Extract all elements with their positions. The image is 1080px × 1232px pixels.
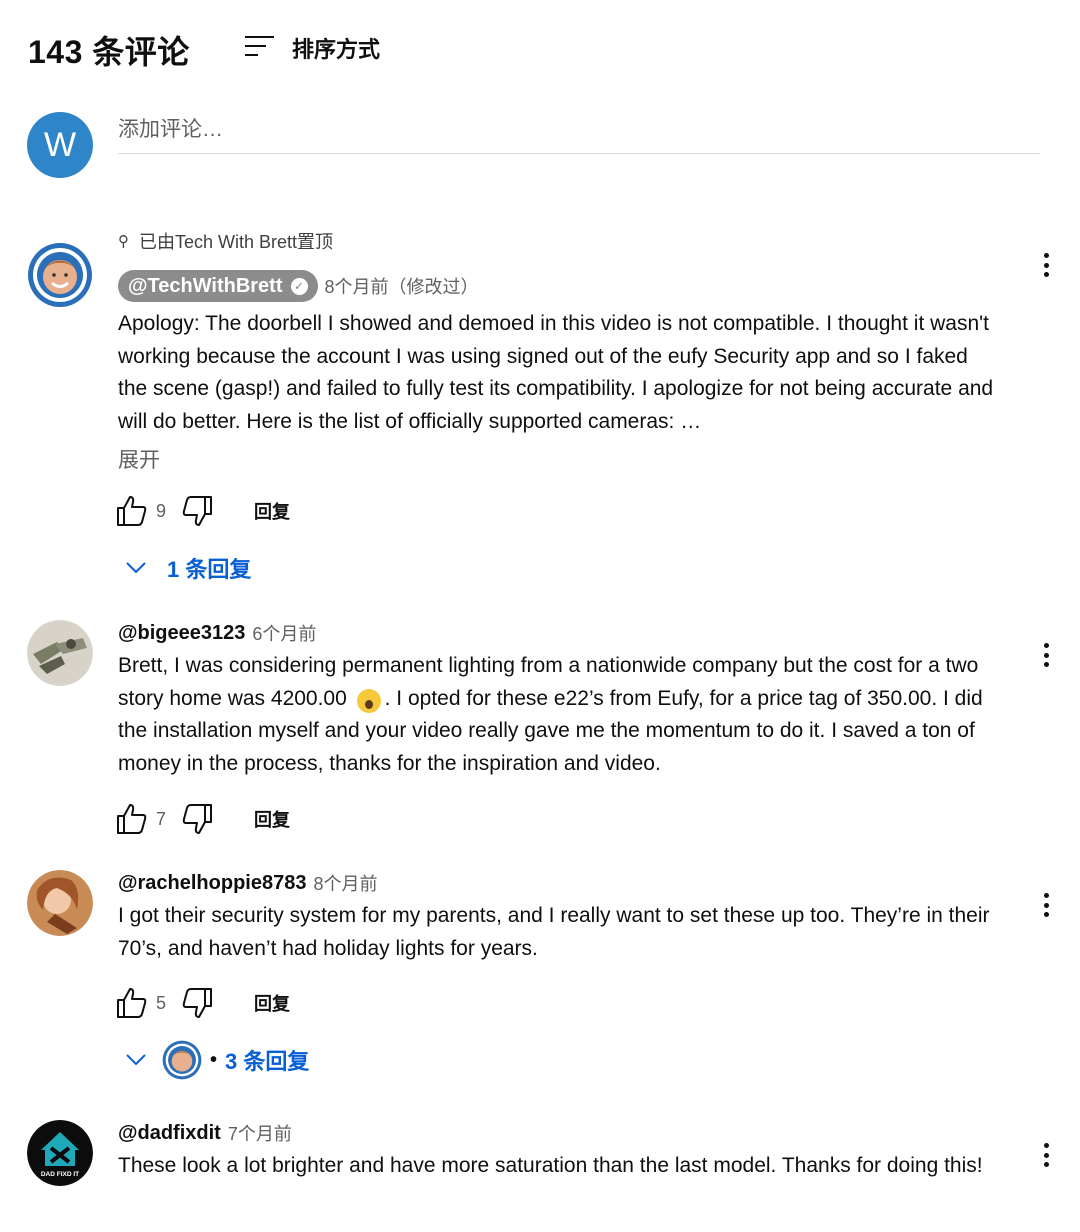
pinned-text: 已由Tech With Brett置顶 [139, 232, 334, 252]
comment-meta: @TechWithBrett ✓ 8个月前（修改过） [118, 270, 998, 302]
author-handle[interactable]: @bigeee3123 [118, 622, 245, 645]
more-actions-button[interactable] [1040, 890, 1052, 920]
more-actions-button[interactable] [1040, 1140, 1052, 1170]
replies-count-label: 1 条回复 [167, 557, 252, 582]
avatar[interactable]: DAD FIXD IT [27, 1120, 93, 1186]
more-dot-icon [1043, 912, 1049, 917]
reply-button: 回复 [254, 502, 290, 522]
comment-actions: 7 回复 [115, 802, 290, 836]
comment-item: @bigeee3123 6个月前 Brett, I was considerin… [27, 620, 1052, 850]
comment-item: @rachelhoppie8783 8个月前 I got their secur… [27, 870, 1052, 1080]
comment-meta: @bigeee3123 6个月前 [118, 620, 998, 646]
rachel-avatar-icon [27, 870, 93, 936]
view-replies-button[interactable]: 1 条回复 [123, 552, 251, 584]
more-dot-icon [1043, 1143, 1049, 1148]
thumbs-down-icon[interactable] [180, 986, 214, 1020]
add-comment-input[interactable] [118, 112, 1040, 154]
like-count: 5 [156, 992, 167, 1013]
separator-dot: • [210, 1048, 218, 1071]
more-dot-icon [1043, 902, 1049, 908]
comment-count: 143 条评论 [28, 34, 190, 70]
thumbs-up-icon[interactable] [115, 802, 149, 836]
surprised-emoji-icon [356, 688, 381, 713]
thumbs-up-icon[interactable] [115, 494, 149, 528]
more-dot-icon [1043, 643, 1049, 648]
more-dot-icon [1043, 1152, 1049, 1158]
comment-item: DAD FIXD IT @dadfixdit 7个月前 These look a… [27, 1120, 1052, 1232]
avatar[interactable] [27, 870, 93, 936]
comment-time[interactable]: 7个月前 [228, 1120, 292, 1146]
sort-icon [245, 36, 274, 56]
add-comment-row: W [27, 112, 1040, 178]
author-handle: @TechWithBrett [128, 274, 283, 297]
comment-meta: @dadfixdit 7个月前 [118, 1120, 998, 1146]
sort-button[interactable]: 排序方式 [244, 32, 380, 64]
avatar[interactable] [27, 242, 93, 308]
comment-text: Apology: The doorbell I showed and demoe… [118, 312, 994, 433]
dadfixdit-avatar-icon: DAD FIXD IT [27, 1120, 93, 1186]
thumbs-down-icon[interactable] [180, 802, 214, 836]
comments-header: 143 条评论 [28, 28, 190, 72]
comment-time[interactable]: 6个月前 [252, 620, 316, 646]
comment-time[interactable]: 8个月前 [313, 870, 377, 896]
author-handle[interactable]: @dadfixdit [118, 1122, 221, 1145]
like-count: 7 [156, 808, 167, 829]
more-dot-icon [1043, 662, 1049, 667]
verified-check-icon: ✓ [290, 277, 308, 295]
more-dot-icon [1043, 893, 1049, 898]
chevron-down-icon [126, 1054, 146, 1066]
comment-actions: 5 回复 [115, 986, 290, 1020]
replies-count-label: 3 条回复 [225, 1049, 310, 1074]
more-actions-button[interactable] [1040, 250, 1052, 280]
comment-meta: @rachelhoppie8783 8个月前 [118, 870, 998, 896]
expand-link[interactable]: 展开 [118, 444, 998, 474]
like-count: 9 [156, 500, 167, 521]
comment-actions: 9 回复 [115, 494, 290, 528]
pinned-indicator: ⚲ 已由Tech With Brett置顶 [118, 230, 998, 252]
more-dot-icon [1043, 272, 1049, 277]
thumbs-up-icon[interactable] [115, 986, 149, 1020]
bigeee-avatar-icon [27, 620, 93, 686]
author-handle-chip[interactable]: @TechWithBrett ✓ [118, 270, 318, 302]
more-dot-icon [1043, 253, 1049, 258]
comment-item: ⚲ 已由Tech With Brett置顶 @TechWithBrett ✓ 8… [27, 230, 1052, 590]
user-avatar: W [27, 112, 93, 178]
reply-button: 回复 [254, 994, 290, 1014]
reply-button: 回复 [254, 810, 290, 830]
more-dot-icon [1043, 262, 1049, 268]
techwithbrett-avatar-icon [28, 243, 92, 307]
thumbs-down-icon[interactable] [180, 494, 214, 528]
more-dot-icon [1043, 652, 1049, 658]
author-handle[interactable]: @rachelhoppie8783 [118, 872, 306, 895]
more-dot-icon [1043, 1162, 1049, 1167]
creator-reply-avatar-icon [162, 1040, 202, 1080]
comment-text: Brett, I was considering permanent light… [118, 650, 998, 780]
comment-text: These look a lot brighter and have more … [118, 1154, 983, 1177]
comment-text: I got their security system for my paren… [118, 904, 990, 960]
avatar[interactable] [27, 620, 93, 686]
chevron-down-icon [126, 562, 146, 574]
avatar-logo-text: DAD FIXD IT [41, 1171, 79, 1178]
view-replies-button[interactable]: • 3 条回复 [123, 1040, 309, 1080]
more-actions-button[interactable] [1040, 640, 1052, 670]
comment-time[interactable]: 8个月前（修改过） [325, 273, 479, 299]
sort-label: 排序方式 [292, 37, 381, 62]
pin-icon: ⚲ [118, 233, 129, 250]
